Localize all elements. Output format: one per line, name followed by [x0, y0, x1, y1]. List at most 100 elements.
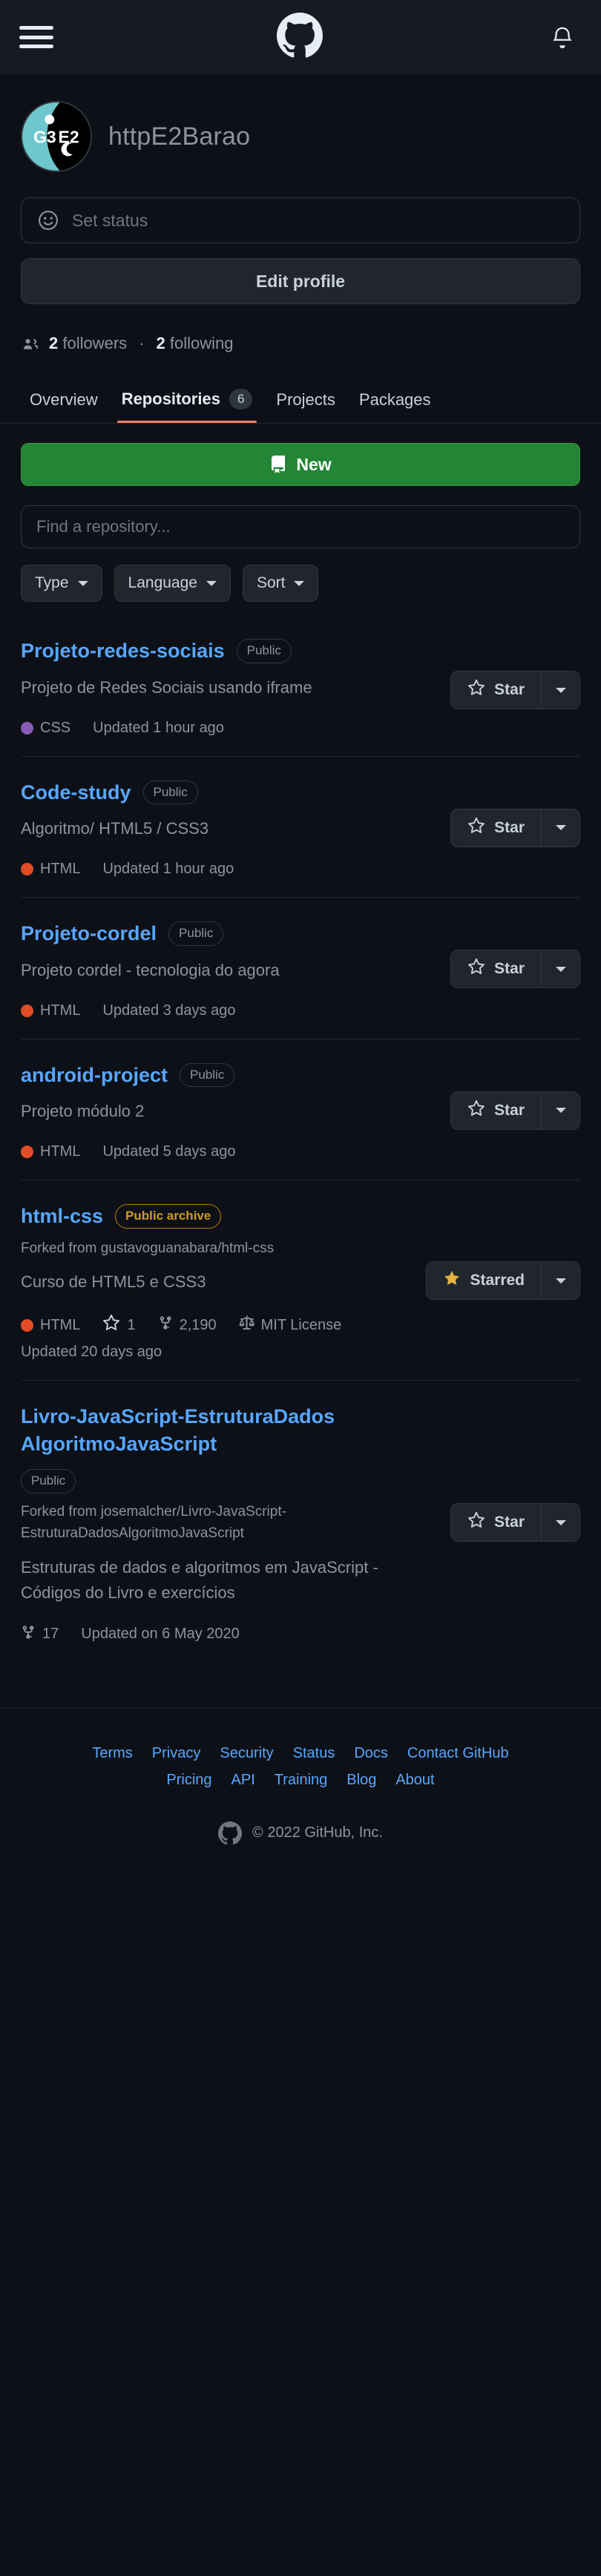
repo-icon — [272, 456, 286, 473]
star-options-button[interactable] — [541, 1504, 579, 1542]
footer-link-blog[interactable]: Blog — [347, 1767, 376, 1793]
star-icon — [467, 1100, 485, 1122]
repo-language-label: HTML — [40, 1143, 81, 1160]
chevron-down-icon — [555, 966, 566, 972]
tab-overview[interactable]: Overview — [18, 384, 110, 423]
star-options-button[interactable] — [541, 950, 579, 988]
star-icon — [102, 1314, 120, 1336]
repository-item: Projeto-redes-sociais Public Projeto de Re… — [21, 624, 580, 756]
repository-item: Code-study Public Algoritmo/ HTML5 / CSS3 H… — [21, 755, 580, 898]
filter-label: Language — [128, 574, 197, 592]
footer-link-contact-github[interactable]: Contact GitHub — [407, 1740, 509, 1767]
repo-language-label: HTML — [40, 1002, 81, 1019]
repo-license: MIT License — [239, 1315, 341, 1335]
footer-link-status[interactable]: Status — [293, 1740, 335, 1767]
edit-profile-button[interactable]: Edit profile — [21, 258, 580, 304]
tab-repositories[interactable]: Repositories 6 — [110, 383, 265, 424]
tab-label: Overview — [30, 390, 98, 410]
star-options-button[interactable] — [541, 671, 579, 709]
footer-link-about[interactable]: About — [395, 1767, 434, 1793]
tab-label: Repositories — [121, 390, 220, 409]
repo-updated-time: Updated 20 days ago — [21, 1344, 162, 1361]
tab-packages[interactable]: Packages — [347, 384, 443, 423]
repo-name-link[interactable]: Projeto-redes-sociais — [21, 637, 225, 664]
footer-link-privacy[interactable]: Privacy — [152, 1740, 201, 1767]
search-repositories-input[interactable] — [21, 505, 580, 549]
footer-link-docs[interactable]: Docs — [354, 1740, 388, 1767]
profile-identity: G3 E2 httpE2Barao — [21, 74, 580, 172]
star-button[interactable]: Star — [451, 671, 541, 709]
footer-link-security[interactable]: Security — [220, 1740, 273, 1767]
notifications-bell-icon[interactable] — [546, 19, 579, 56]
filter-sort-button[interactable]: Sort — [242, 565, 319, 602]
tab-counter: 6 — [229, 389, 253, 410]
repo-updated-time: Updated 1 hour ago — [93, 719, 224, 736]
github-logo-icon[interactable] — [277, 12, 323, 62]
chevron-down-icon — [555, 687, 566, 693]
set-status-button[interactable]: Set status — [21, 197, 580, 243]
filter-language-button[interactable]: Language — [114, 565, 231, 602]
unstar-button[interactable]: Starred — [427, 1262, 541, 1300]
repo-name-link[interactable]: Livro-JavaScript-EstruturaDados Algoritm… — [21, 1403, 417, 1457]
hamburger-bar — [19, 45, 53, 48]
repo-language-label: HTML — [40, 1316, 81, 1333]
profile-username: httpE2Barao — [108, 122, 251, 151]
avatar[interactable]: G3 E2 — [21, 101, 92, 172]
footer-link-terms[interactable]: Terms — [92, 1740, 132, 1767]
star-options-button[interactable] — [541, 1091, 579, 1129]
footer-links-primary: Terms Privacy Security Status Docs Contact Gi… — [26, 1740, 575, 1767]
new-button-label: New — [296, 454, 332, 474]
repo-visibility-badge: Public — [236, 638, 292, 663]
repo-name-link[interactable]: android-project — [21, 1062, 168, 1088]
set-status-label: Set status — [72, 210, 148, 230]
repo-description: Estruturas de dados e algoritmos em Java… — [21, 1557, 378, 1602]
tab-label: Projects — [276, 390, 335, 410]
github-mark-icon — [218, 1821, 243, 1844]
star-button[interactable]: Star — [451, 809, 541, 847]
repo-language-label: HTML — [40, 861, 81, 878]
repo-language: CSS — [21, 720, 70, 737]
star-button-label: Star — [494, 1514, 525, 1531]
star-options-button[interactable] — [541, 1262, 579, 1300]
following-count[interactable]: 2 following — [157, 334, 234, 353]
hamburger-menu-icon[interactable] — [19, 23, 53, 51]
separator: · — [139, 334, 145, 352]
footer-link-pricing[interactable]: Pricing — [166, 1767, 211, 1793]
followers-count[interactable]: 2 followers — [49, 334, 127, 353]
repo-visibility-badge: Public archive — [115, 1204, 222, 1229]
repo-visibility-badge: Public — [21, 1469, 76, 1494]
repository-item: android-project Public Projeto módulo 2 HTM… — [21, 1038, 580, 1180]
repo-updated-time: Updated 5 days ago — [102, 1143, 236, 1160]
filter-type-button[interactable]: Type — [21, 565, 102, 602]
repository-item: html-css Public archive Forked from gustav… — [21, 1180, 580, 1380]
chevron-down-icon — [555, 1108, 566, 1114]
repo-fork-count[interactable]: 2,190 — [158, 1315, 217, 1335]
profile-nav-tabs: Overview Repositories 6 Projects Packages — [0, 383, 601, 424]
repo-name-link[interactable]: html-css — [21, 1203, 103, 1229]
repo-meta-row: HTML Updated 1 hour ago — [21, 861, 580, 878]
fork-count-value: 2,190 — [179, 1316, 217, 1333]
footer-link-api[interactable]: API — [231, 1767, 255, 1793]
repository-item: Livro-JavaScript-EstruturaDados Algoritm… — [21, 1380, 580, 1663]
repo-name-link[interactable]: Code-study — [21, 779, 131, 806]
chevron-down-icon — [555, 825, 566, 831]
star-button[interactable]: Star — [451, 1091, 541, 1129]
page-footer: Terms Privacy Security Status Docs Contact Gi… — [0, 1707, 601, 1875]
profile-section: G3 E2 httpE2Barao Set status Edit profil… — [0, 74, 601, 358]
star-button[interactable]: Star — [451, 950, 541, 988]
star-button-group: Star — [450, 808, 580, 847]
repo-fork-count[interactable]: 17 — [21, 1625, 59, 1644]
star-button-label: Star — [494, 960, 525, 978]
tab-projects[interactable]: Projects — [264, 384, 347, 423]
repo-header: android-project Public — [21, 1062, 580, 1088]
footer-link-training[interactable]: Training — [275, 1767, 328, 1793]
star-options-button[interactable] — [541, 809, 579, 847]
repo-name-link[interactable]: Projeto-cordel — [21, 920, 157, 947]
new-repository-button[interactable]: New — [21, 443, 580, 487]
footer-links-secondary: Pricing API Training Blog About — [26, 1767, 575, 1793]
repo-star-count[interactable]: 1 — [102, 1314, 136, 1336]
people-icon — [24, 338, 39, 349]
chevron-down-icon — [206, 580, 217, 586]
language-color-dot — [21, 721, 33, 735]
star-button[interactable]: Star — [451, 1504, 541, 1542]
